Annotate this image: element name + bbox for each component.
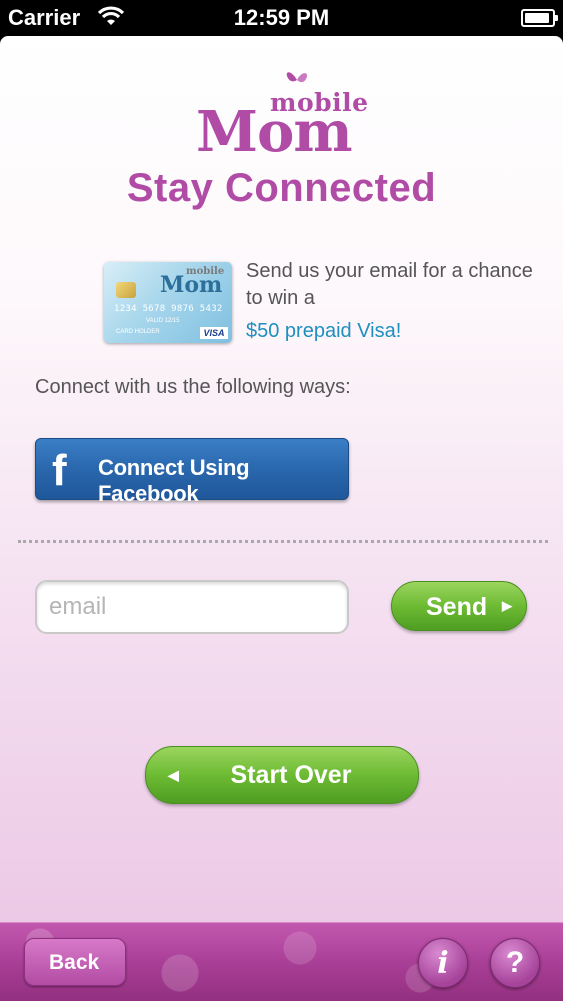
page-title: Stay Connected: [126, 166, 437, 210]
card-number: 1234 5678 9876 5432: [114, 304, 223, 314]
arrow-right-icon: ▶: [502, 598, 512, 613]
card-chip-icon: [116, 282, 136, 298]
back-button-label: Back: [49, 951, 100, 974]
send-button-label: Send: [426, 593, 488, 621]
email-input[interactable]: [35, 580, 349, 634]
back-button[interactable]: Back: [24, 938, 126, 986]
send-button[interactable]: Send ▶: [391, 581, 527, 631]
help-icon: ?: [505, 946, 525, 979]
help-button[interactable]: ?: [490, 938, 540, 988]
status-bar: Carrier 12:59 PM: [0, 0, 563, 36]
main-content: mobile Mom Stay Connected mobile Mom 123…: [0, 36, 563, 922]
card-logo-mom: Mom: [160, 272, 223, 298]
promo-prize: $50 prepaid Visa!: [246, 320, 402, 342]
card-holder: CARD HOLDER: [116, 329, 160, 335]
promo-text: Send us your email for a chance to win a: [246, 260, 533, 309]
facebook-icon: f: [52, 446, 67, 495]
dotted-divider: [18, 540, 548, 543]
facebook-button-label: Connect Using Facebook: [98, 455, 250, 506]
status-time: 12:59 PM: [233, 5, 330, 30]
connect-label: Connect with us the following ways:: [35, 376, 351, 398]
start-over-label: Start Over: [230, 761, 352, 789]
info-button[interactable]: i: [418, 938, 468, 988]
card-valid: VALID 12/15: [146, 318, 180, 324]
info-icon: i: [437, 946, 449, 981]
mobile-mom-logo: mobile Mom: [196, 66, 376, 160]
prepaid-card-image: mobile Mom 1234 5678 9876 5432 VALID 12/…: [104, 262, 232, 343]
visa-logo: VISA: [200, 327, 228, 339]
connect-facebook-button[interactable]: f Connect Using Facebook: [35, 438, 349, 506]
logo-mom-text: Mom: [196, 99, 353, 165]
bottom-toolbar: Back i ?: [0, 922, 563, 1001]
start-over-button[interactable]: ◀ Start Over: [145, 746, 419, 804]
battery-icon: [521, 9, 558, 27]
